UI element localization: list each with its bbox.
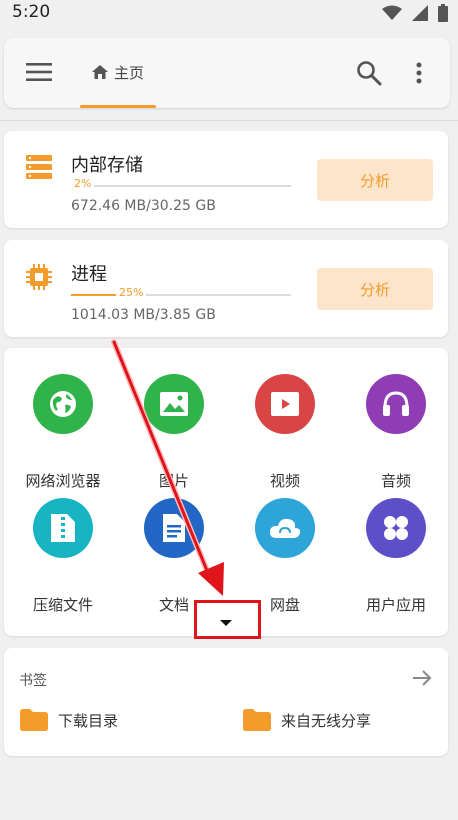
app-label: 用户应用 (365, 596, 426, 614)
process-percent: 25% (116, 286, 147, 299)
storage-progress-bar (71, 185, 291, 187)
storage-usage: 672.46 MB/30.25 GB (71, 198, 216, 214)
bookmarks-card: 书签 下载目录 来自无线分享 (4, 648, 448, 756)
category-cloud[interactable]: 网盘 (235, 498, 335, 614)
status-bar: 5:20 (0, 0, 458, 26)
app-circle (366, 374, 426, 434)
category-browser[interactable]: 网络浏览器 (13, 374, 113, 490)
category-images[interactable]: 图片 (124, 374, 224, 490)
app-label: 视频 (269, 472, 300, 490)
category-user-apps[interactable]: 用户应用 (346, 498, 446, 614)
tab-indicator (80, 105, 156, 108)
signal-icon (412, 5, 428, 21)
zip-icon (51, 514, 75, 542)
battery-icon (438, 4, 448, 22)
wifi-icon (382, 5, 402, 20)
toolbar-divider (0, 120, 458, 121)
bookmark-item[interactable]: 来自无线分享 (243, 708, 371, 732)
process-analyze-button[interactable]: 分析 (317, 268, 433, 310)
globe-icon (50, 391, 76, 417)
app-label: 图片 (158, 472, 189, 490)
cloud-icon (269, 518, 301, 538)
app-circle (33, 374, 93, 434)
status-icons (382, 4, 448, 22)
storage-icon (26, 155, 52, 179)
app-circle (33, 498, 93, 558)
more-options-icon[interactable] (416, 62, 422, 84)
chip-icon (26, 264, 52, 290)
app-circle (144, 374, 204, 434)
process-progress-bar (71, 294, 291, 296)
arrow-right-icon[interactable] (412, 669, 432, 687)
apps-icon (384, 516, 408, 540)
annotation-highlight-box (194, 600, 261, 639)
app-label: 音频 (380, 472, 411, 490)
bookmark-label: 来自无线分享 (281, 711, 372, 730)
home-icon (92, 65, 108, 79)
status-time: 5:20 (12, 2, 51, 22)
process-card[interactable]: 进程 25% 1014.03 MB/3.85 GB 分析 (4, 240, 448, 337)
category-audio[interactable]: 音频 (346, 374, 446, 490)
storage-title: 内部存储 (71, 155, 143, 176)
search-icon[interactable] (356, 60, 382, 86)
app-circle (255, 374, 315, 434)
process-title: 进程 (71, 264, 107, 285)
storage-percent: 2% (71, 177, 95, 190)
category-documents[interactable]: 文档 (124, 498, 224, 614)
app-circle (255, 498, 315, 558)
menu-icon[interactable] (26, 62, 52, 82)
bookmarks-title: 书签 (19, 673, 47, 689)
category-video[interactable]: 视频 (235, 374, 335, 490)
app-label: 网络浏览器 (25, 472, 101, 490)
folder-icon (20, 709, 48, 731)
storage-card[interactable]: 内部存储 2% 672.46 MB/30.25 GB 分析 (4, 131, 448, 228)
video-icon (271, 392, 299, 416)
image-icon (160, 392, 188, 416)
process-usage: 1014.03 MB/3.85 GB (71, 307, 216, 323)
app-label: 压缩文件 (32, 596, 93, 614)
document-icon (163, 514, 185, 542)
top-toolbar: 主页 (4, 38, 450, 108)
bookmark-label: 下载目录 (58, 711, 119, 730)
app-circle (366, 498, 426, 558)
category-archives[interactable]: 压缩文件 (13, 498, 113, 614)
app-circle (144, 498, 204, 558)
headphones-icon (383, 391, 409, 416)
storage-analyze-button[interactable]: 分析 (317, 159, 433, 201)
tab-home[interactable]: 主页 (80, 38, 156, 108)
folder-icon (243, 709, 271, 731)
tab-home-label: 主页 (114, 64, 145, 82)
bookmark-item[interactable]: 下载目录 (20, 708, 118, 732)
categories-card: 网络浏览器 图片 视频 音频 压缩文件 文档 网盘 用户应用 (4, 348, 448, 636)
